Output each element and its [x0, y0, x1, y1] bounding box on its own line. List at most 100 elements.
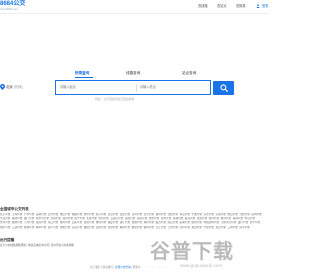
- city-link[interactable]: 南昌公交: [137, 217, 147, 220]
- city-link[interactable]: 南通公交: [173, 217, 183, 220]
- city-link[interactable]: 漳州公交: [180, 226, 190, 229]
- city-link[interactable]: 成都公交: [72, 213, 82, 216]
- city-link[interactable]: 乌鲁木齐公交: [221, 221, 237, 224]
- city-link[interactable]: 龙岩公交: [215, 226, 225, 229]
- nav-transfer[interactable]: 查换乘: [236, 4, 246, 8]
- city-link[interactable]: 株洲公交: [120, 226, 130, 229]
- city-link[interactable]: 湖州公交: [144, 221, 154, 224]
- city-link[interactable]: 哈尔滨公交: [36, 217, 49, 220]
- tab-line[interactable]: 线路查询: [126, 71, 140, 76]
- city-link[interactable]: 沈阳公交: [168, 213, 178, 216]
- city-link[interactable]: 太原公交: [197, 217, 207, 220]
- city-link[interactable]: 绵阳公交: [60, 226, 70, 229]
- city-link[interactable]: 常德公交: [108, 226, 118, 229]
- city-link[interactable]: 宜昌公交: [72, 226, 82, 229]
- city-link[interactable]: 西宁公交: [250, 221, 260, 224]
- city-link[interactable]: 常州公交: [161, 217, 171, 220]
- city-link[interactable]: 重庆公交: [60, 213, 70, 216]
- city-link[interactable]: 汕头公交: [72, 221, 82, 224]
- login-link[interactable]: 登录: [262, 4, 268, 8]
- city-link[interactable]: 杭州公交: [84, 213, 94, 216]
- city-link[interactable]: 无锡公交: [215, 213, 225, 216]
- search-button[interactable]: [213, 81, 234, 95]
- city-link[interactable]: 苏州公交: [132, 213, 142, 216]
- city-link[interactable]: 衡阳公交: [132, 226, 142, 229]
- city-link[interactable]: 岳阳公交: [96, 226, 106, 229]
- footer-highlight-link[interactable]: 免费公交查询: [115, 266, 131, 269]
- city-link[interactable]: 潍坊公交: [96, 221, 106, 224]
- city-link[interactable]: 厦门公交: [24, 217, 34, 220]
- city-link[interactable]: 廊坊公交: [192, 221, 202, 224]
- city-link[interactable]: 兰州公交: [24, 221, 34, 224]
- city-link[interactable]: 北京公交: [0, 213, 10, 216]
- to-input[interactable]: [140, 81, 208, 94]
- tips-text[interactable]: 北京公交线路调整通知 | 地铁首末班车时间 | 票价查询 | 换乘攻略: [0, 244, 74, 248]
- city-link[interactable]: 徐州公交: [209, 217, 219, 220]
- city-link[interactable]: 呼和浩特公交: [203, 221, 219, 224]
- city-link[interactable]: 长沙公交: [144, 213, 154, 216]
- city-link[interactable]: 宁波公交: [192, 213, 202, 216]
- city-link[interactable]: 温州公交: [62, 217, 72, 220]
- city-link[interactable]: 台州公交: [0, 221, 10, 224]
- city-link[interactable]: 上饶公交: [168, 226, 178, 229]
- city-link[interactable]: 海口公交: [48, 221, 58, 224]
- city-link[interactable]: 惠州公交: [221, 217, 231, 220]
- city-link[interactable]: 贵阳公交: [125, 217, 135, 220]
- city-link[interactable]: 柳州公交: [36, 226, 46, 229]
- city-link[interactable]: 广州公交: [24, 213, 34, 216]
- nav-lines[interactable]: 查线路: [198, 4, 208, 8]
- city-link[interactable]: 大连公交: [0, 217, 10, 220]
- city-link[interactable]: 南平公交: [239, 226, 249, 229]
- footer-prefix[interactable]: 关于我们 | 联系我们 |: [90, 266, 115, 269]
- city-link[interactable]: 桂林公交: [24, 226, 34, 229]
- city-link[interactable]: 武汉公交: [108, 213, 118, 216]
- city-link[interactable]: 石家庄公交: [110, 217, 123, 220]
- city-link[interactable]: 三明公交: [227, 226, 237, 229]
- city-link[interactable]: 佛山公交: [227, 213, 237, 216]
- city-link[interactable]: 唐山公交: [168, 221, 178, 224]
- city-link[interactable]: 扬州公交: [60, 221, 70, 224]
- city-switch-link[interactable]: [切换]: [14, 85, 23, 89]
- city-link[interactable]: 烟台公交: [12, 221, 22, 224]
- city-link[interactable]: 金华公交: [149, 217, 159, 220]
- city-link[interactable]: 合肥公交: [239, 213, 249, 216]
- city-link[interactable]: 长春公交: [86, 217, 96, 220]
- city-link[interactable]: 临沂公交: [156, 221, 166, 224]
- city-link[interactable]: 莆田公交: [192, 226, 202, 229]
- city-link[interactable]: 绍兴公交: [36, 221, 46, 224]
- city-link[interactable]: 拉萨公交: [0, 226, 10, 229]
- city-link[interactable]: 郑州公交: [156, 213, 166, 216]
- city-link[interactable]: 三亚公交: [12, 226, 22, 229]
- city-link[interactable]: 上海公交: [12, 213, 22, 216]
- city-link[interactable]: 芜湖公交: [180, 221, 190, 224]
- city-link[interactable]: 宁德公交: [203, 226, 213, 229]
- city-link[interactable]: 洛阳公交: [84, 221, 94, 224]
- city-selector[interactable]: 北京[切换]: [6, 85, 22, 89]
- city-link[interactable]: 襄阳公交: [84, 226, 94, 229]
- city-link[interactable]: 中山公交: [245, 217, 255, 220]
- city-link[interactable]: 珠海公交: [233, 217, 243, 220]
- city-link[interactable]: 盐城公交: [132, 221, 142, 224]
- city-link[interactable]: 深圳公交: [36, 213, 46, 216]
- tab-station[interactable]: 站点查询: [182, 71, 196, 76]
- city-link[interactable]: 赣州公交: [144, 226, 154, 229]
- tab-transfer[interactable]: 换乘查询: [75, 71, 89, 76]
- city-link[interactable]: 济南公交: [50, 217, 60, 220]
- city-link[interactable]: 嘉兴公交: [185, 217, 195, 220]
- city-link[interactable]: 昆明公交: [251, 213, 261, 216]
- city-link[interactable]: 九江公交: [156, 226, 166, 229]
- city-link[interactable]: 东莞公交: [203, 213, 213, 216]
- city-link[interactable]: 天津公交: [48, 213, 58, 216]
- city-link[interactable]: 银川公交: [238, 221, 248, 224]
- site-logo[interactable]: 8684公交: [0, 1, 25, 7]
- city-link[interactable]: 镇江公交: [120, 221, 130, 224]
- city-link[interactable]: 南京公交: [96, 213, 106, 216]
- city-link[interactable]: 西安公交: [120, 213, 130, 216]
- city-link[interactable]: 保定公交: [108, 221, 118, 224]
- from-input[interactable]: [60, 81, 134, 94]
- nav-stations[interactable]: 查站点: [217, 4, 227, 8]
- city-link[interactable]: 遵义公交: [48, 226, 58, 229]
- city-link[interactable]: 青岛公交: [180, 213, 190, 216]
- city-link[interactable]: 南宁公交: [74, 217, 84, 220]
- city-link[interactable]: 泉州公交: [98, 217, 108, 220]
